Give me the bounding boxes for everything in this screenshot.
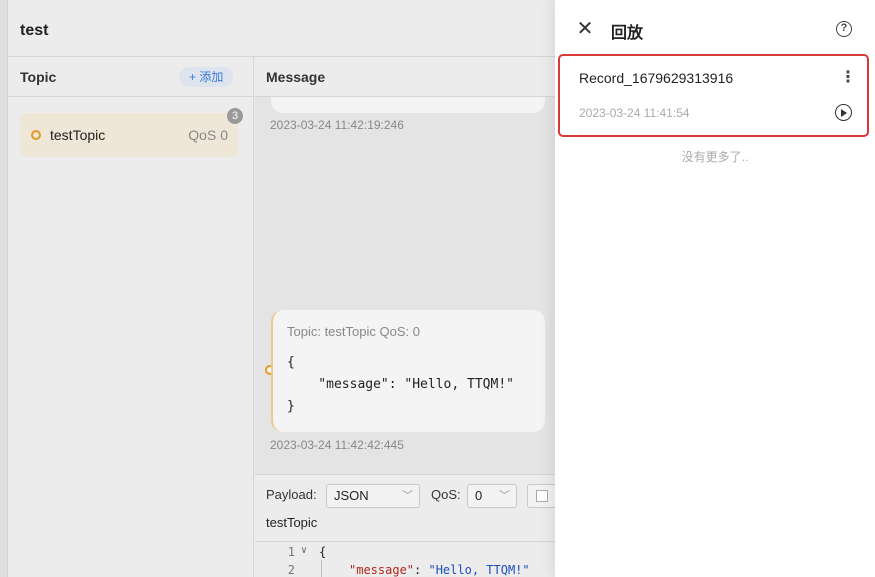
play-icon[interactable] <box>835 104 852 121</box>
connection-title: test <box>20 22 49 39</box>
message-meta: Topic: testTopic QoS: 0 <box>287 324 420 339</box>
json-value: "Hello, TTQM!" <box>428 563 530 577</box>
json-separator: : <box>414 563 429 577</box>
message-time: 2023-03-24 11:42:42:445 <box>270 438 404 452</box>
chevron-down-icon: ﹀ <box>402 490 413 502</box>
left-edge <box>0 0 8 577</box>
help-icon[interactable]: ? <box>836 21 852 37</box>
message-card[interactable] <box>271 97 545 113</box>
message-header-label: Message <box>266 69 326 85</box>
no-more-text: 没有更多了.. <box>681 150 749 164</box>
drawer-title: 回放 <box>611 25 644 42</box>
qos-select[interactable]: 0 ﹀ <box>467 484 517 508</box>
line-number: 2 <box>287 563 295 577</box>
code-line: { <box>319 545 327 559</box>
record-item[interactable]: Record_1679629313916 ⋮ 2023-03-24 11:41:… <box>558 54 869 137</box>
payload-editor[interactable]: 1 ∨ { 2 "message": "Hello, TTQM!" <box>255 541 568 577</box>
payload-format-value: JSON <box>334 488 369 503</box>
close-icon[interactable]: ✕ <box>575 18 595 40</box>
message-payload: { "message": "Hello, TTQM!" } <box>287 355 514 414</box>
replay-drawer: ✕ 回放 ? Record_1679629313916 ⋮ 2023-03-24… <box>555 0 875 577</box>
publish-topic-input[interactable]: testTopic <box>266 515 317 530</box>
record-time: 2023-03-24 11:41:54 <box>579 106 690 120</box>
qos-label: QoS: <box>431 487 461 502</box>
chevron-down-icon: ﹀ <box>499 490 510 502</box>
connection-header: test <box>8 4 568 57</box>
message-card[interactable]: Topic: testTopic QoS: 0 { "message": "He… <box>271 310 545 432</box>
payload-format-select[interactable]: JSON ﹀ <box>326 484 420 508</box>
topic-qos: QoS 0 <box>188 127 228 143</box>
topic-count-badge: 3 <box>227 108 243 124</box>
checkbox-box-icon <box>536 490 548 502</box>
payload-label: Payload: <box>266 487 317 502</box>
topic-pane: Topic + 添加 testTopic QoS 0 3 <box>8 57 254 577</box>
line-number: 1 <box>287 545 295 559</box>
topic-item[interactable]: testTopic QoS 0 <box>20 113 238 157</box>
qos-value: 0 <box>475 488 483 503</box>
add-topic-button[interactable]: + 添加 <box>179 67 234 87</box>
message-time: 2023-03-24 11:42:19:246 <box>270 118 404 132</box>
topic-pane-header: Topic + 添加 <box>8 57 253 97</box>
json-key: "message" <box>349 563 415 577</box>
indent-guide <box>321 560 322 577</box>
fold-chevron-icon[interactable]: ∨ <box>301 545 307 556</box>
record-name: Record_1679629313916 <box>579 70 734 86</box>
code-line: "message": "Hello, TTQM!" <box>349 563 530 577</box>
message-pane-header: Message <box>255 57 568 97</box>
topic-name: testTopic <box>50 127 106 143</box>
topic-header-label: Topic <box>20 69 57 85</box>
more-options-icon[interactable]: ⋮ <box>840 68 856 88</box>
topic-status-icon <box>31 130 41 140</box>
publish-composer: Payload: JSON ﹀ QoS: 0 ﹀ testTopic 1 ∨ {… <box>255 474 568 577</box>
